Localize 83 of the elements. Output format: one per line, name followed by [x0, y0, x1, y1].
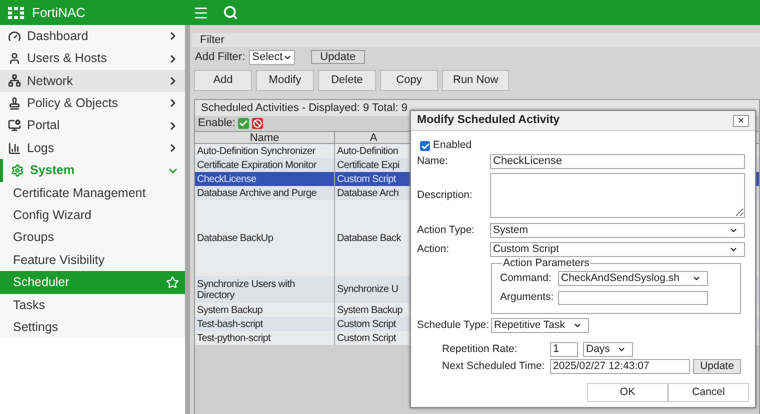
table-cell-text: Custom Script: [336, 318, 398, 331]
next-scheduled-time-label: Next Scheduled Time:: [442, 358, 546, 374]
table-cell-text: System Backup: [336, 304, 404, 317]
table-cell-text: Certificate Expi: [336, 158, 400, 172]
enabled-checkbox[interactable]: [420, 141, 430, 151]
ban-icon: [253, 119, 262, 128]
table-cell-text: Custom Script: [336, 172, 398, 186]
caret-icon: [729, 226, 738, 235]
command-select[interactable]: CheckAndSendSyslog.sh: [558, 271, 708, 286]
update-button[interactable]: Update: [693, 359, 741, 374]
network-icon: [8, 74, 21, 88]
sidebar-subitem[interactable]: Feature Visibility: [0, 248, 185, 272]
sidebar-item[interactable]: Policy & Objects: [0, 92, 185, 115]
dialog-button[interactable]: Cancel: [668, 383, 749, 402]
user-icon: [8, 52, 21, 66]
caret-icon: [729, 245, 738, 254]
table-cell-text: Database Back: [336, 232, 402, 246]
column-header[interactable]: A: [335, 132, 412, 143]
table-cell-text: Custom Script: [336, 332, 398, 345]
repetition-unit-select[interactable]: Days: [583, 342, 633, 357]
repetition-rate-field[interactable]: 1: [550, 342, 578, 357]
description-field[interactable]: [490, 173, 745, 218]
logo-icon: [8, 6, 24, 18]
enable-label: Enable:: [198, 116, 236, 132]
action-type-select[interactable]: System: [490, 223, 745, 238]
sidebar-item[interactable]: Users & Hosts: [0, 47, 185, 70]
filter-select[interactable]: Select: [249, 50, 296, 64]
toolbar-button[interactable]: Copy: [380, 70, 438, 91]
command-label: Command:: [500, 270, 552, 286]
sidebar-subitem[interactable]: Scheduler: [0, 271, 185, 294]
table-cell-text: Auto-Definition: [336, 144, 400, 158]
filter-title: Filter: [200, 32, 224, 48]
toolbar-button[interactable]: Run Now: [442, 70, 510, 91]
app-title: FortiNAC: [32, 4, 86, 22]
check-icon: [420, 142, 430, 150]
bar-chart-icon: [8, 142, 21, 155]
sidebar-item[interactable]: Network: [0, 70, 185, 92]
action-label: Action:: [417, 242, 450, 257]
arguments-field[interactable]: [558, 290, 708, 304]
column-header[interactable]: Name: [195, 132, 335, 143]
close-button[interactable]: ×: [733, 114, 749, 126]
sidebar-item[interactable]: Dashboard: [0, 25, 185, 48]
toolbar-button[interactable]: Add: [194, 70, 252, 91]
sidebar-subitem[interactable]: Settings: [0, 316, 185, 338]
dialog-button[interactable]: OK: [587, 383, 668, 402]
toolbar-button[interactable]: Delete: [318, 70, 376, 91]
action-type-label: Action Type:: [417, 222, 476, 238]
toolbar-button[interactable]: Modify: [256, 70, 314, 91]
schedule-type-select[interactable]: Repetitive Task: [491, 318, 589, 333]
action-select[interactable]: Custom Script: [490, 242, 745, 257]
star-icon[interactable]: [166, 276, 179, 289]
sidebar-item[interactable]: Portal: [0, 114, 185, 137]
update-button[interactable]: Update: [311, 50, 365, 64]
sidebar-subitem[interactable]: Groups: [0, 226, 185, 249]
gauge-icon: [8, 30, 21, 43]
caret-icon: [573, 321, 582, 330]
menu-icon[interactable]: [193, 4, 209, 20]
name-label: Name:: [417, 154, 449, 169]
disable-button[interactable]: [252, 118, 264, 129]
table-cell: Test-python-script: [195, 331, 335, 345]
action-parameters-legend: Action Parameters: [502, 258, 590, 269]
monitor-icon: [8, 119, 21, 132]
schedule-type-label: Schedule Type:: [417, 318, 490, 333]
search-icon[interactable]: [223, 5, 238, 20]
caret-icon: [617, 345, 626, 354]
stamp-icon: [8, 96, 21, 110]
enabled-label: Enabled: [433, 138, 472, 154]
description-label: Description:: [417, 188, 474, 203]
table-cell-text: Synchronize U: [336, 283, 400, 297]
sidebar-subitem[interactable]: Certificate Management: [0, 182, 185, 204]
name-field[interactable]: CheckLicense: [490, 154, 745, 169]
repetition-rate-label: Repetition Rate:: [442, 342, 518, 357]
enable-button[interactable]: [238, 118, 250, 129]
table-cell-text: Database Arch: [336, 186, 400, 200]
arguments-label: Arguments:: [500, 290, 555, 305]
gear-icon: [11, 164, 24, 178]
sidebar-subitem[interactable]: Config Wizard: [0, 204, 185, 227]
sidebar-subitem[interactable]: Tasks: [0, 294, 185, 316]
check-icon: [239, 119, 248, 128]
sidebar-item[interactable]: Logs: [0, 136, 185, 160]
add-filter-label: Add Filter:: [195, 50, 246, 65]
caret-icon: [692, 274, 701, 283]
next-scheduled-time-field[interactable]: 2025/02/27 12:43:07: [550, 359, 690, 374]
